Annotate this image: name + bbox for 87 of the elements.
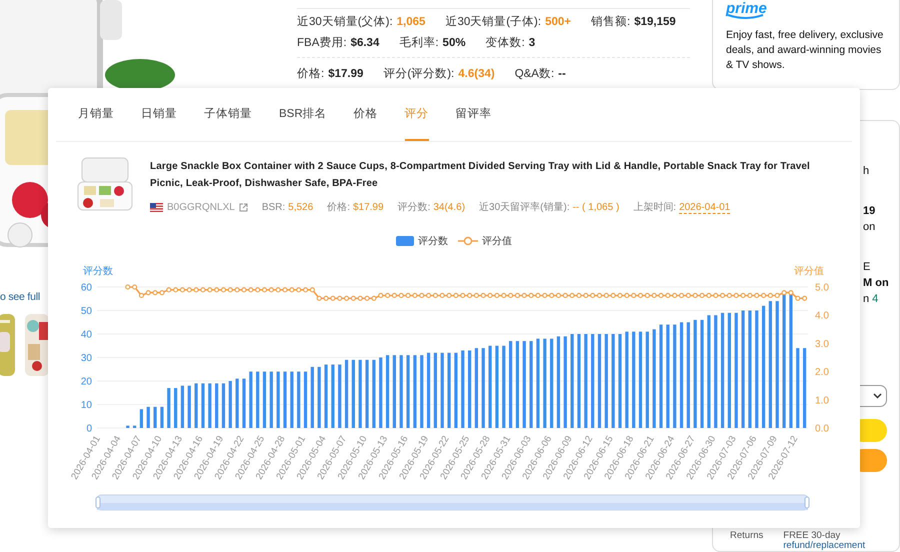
axis-label: 0	[86, 424, 92, 434]
bar	[304, 372, 308, 428]
axis-label: 60	[80, 282, 92, 294]
bar	[208, 383, 212, 428]
stat-text: 近30天销量(子体): 500+	[445, 14, 571, 29]
legend-bar-icon	[396, 236, 414, 246]
bar	[379, 358, 382, 428]
axis-label: 2.0	[815, 367, 829, 378]
axis-label: 30	[80, 353, 92, 364]
stat-text: FBA费用: $6.34	[297, 36, 380, 50]
range-slider[interactable]	[96, 494, 810, 510]
bar	[174, 388, 178, 428]
legend-label: 评分数	[418, 235, 448, 248]
bar	[318, 366, 321, 428]
stat-text: Q&A数: --	[514, 66, 566, 81]
axis-label: 10	[80, 400, 92, 411]
stat-text: 价格: $17.99	[297, 66, 364, 81]
buybox-text: M on	[863, 276, 889, 291]
bar	[228, 381, 232, 428]
delivery-text: n 4	[863, 292, 878, 307]
bar	[215, 383, 218, 428]
returns-link[interactable]: refund/replacement	[783, 541, 866, 551]
axis-label: 3.0	[815, 338, 829, 350]
bar	[140, 409, 144, 428]
prime-logo: prime	[726, 0, 768, 20]
bar	[262, 372, 266, 428]
tab[interactable]: 价格	[354, 88, 378, 141]
bar	[297, 372, 300, 428]
bar	[352, 360, 355, 428]
bar	[126, 426, 130, 428]
bar	[236, 378, 239, 428]
chevron-down-icon	[873, 393, 882, 399]
buybox-text: h	[863, 164, 870, 179]
bar	[256, 372, 260, 428]
legend-label: 评分值	[482, 235, 512, 248]
tab[interactable]: 留评率	[456, 88, 492, 141]
bar	[331, 364, 334, 428]
axis-label: 20	[80, 376, 92, 388]
bar	[133, 426, 136, 428]
axis-label: 50	[80, 306, 92, 317]
bar	[160, 406, 164, 428]
legend-line-icon	[458, 236, 478, 246]
bar	[180, 386, 184, 428]
bar	[201, 383, 205, 428]
stat-text: 销售额: $19,159	[591, 14, 676, 29]
bar	[188, 386, 191, 428]
axis-label: 1.0	[815, 395, 829, 406]
bar	[358, 360, 362, 428]
bar	[194, 383, 198, 428]
buybox-text: on	[863, 220, 876, 235]
product-title: Large Snackle Box Container with 2 Sauce Cups, 8-Compartment Divided Serving Tray with Lid & Handle, Portable Snack Tray for Travel Picnic, Leak-Proof, Dishwasher Safe, BPA-Free	[150, 160, 811, 191]
bar	[324, 364, 328, 428]
product-stat: 近30天留评率(销量): -- ( 1,065 )	[479, 200, 620, 214]
bar	[154, 406, 157, 428]
stat-text: 毛利率: 50%	[399, 36, 466, 50]
axis-label: 40	[80, 330, 92, 340]
see-full-link[interactable]: o see full	[0, 290, 40, 304]
bar	[344, 360, 348, 428]
bar	[146, 406, 150, 428]
bar	[276, 372, 280, 428]
bar	[222, 383, 226, 428]
axis-label: 0.0	[815, 424, 829, 434]
stat-text: 近30天销量(父体): 1,065	[297, 14, 426, 29]
buybox-text: 19	[863, 204, 876, 219]
axis-label: 4.0	[815, 310, 829, 322]
product-stat: 价格: $17.99	[327, 200, 384, 214]
buybox-text: E	[863, 260, 870, 275]
bar	[283, 372, 287, 428]
stat-text: 变体数: 3	[486, 35, 536, 50]
returns-label: Returns	[730, 531, 764, 543]
prime-description: Enjoy fast, free delivery, exclusive deals, and award-winning movies & TV shows.	[726, 28, 884, 73]
bar	[365, 360, 369, 428]
axis-label: 5.0	[815, 282, 829, 294]
product-stat: 上架时间: 2026-04-01	[633, 200, 730, 214]
bar	[290, 372, 294, 428]
stat-text: 评分(评分数): 4.6(34)	[383, 66, 495, 81]
product-stat: 评分数: 34(4.6)	[398, 201, 466, 214]
bar	[167, 388, 170, 428]
bar	[249, 372, 252, 428]
bar	[372, 360, 376, 428]
bar	[242, 378, 246, 428]
bar	[338, 364, 342, 428]
returns-text: FREE 30-day	[783, 531, 842, 541]
axis-title: 评分值	[794, 266, 824, 277]
bar	[310, 366, 314, 428]
bar	[270, 372, 273, 428]
tab[interactable]: BSR排名	[279, 88, 327, 141]
